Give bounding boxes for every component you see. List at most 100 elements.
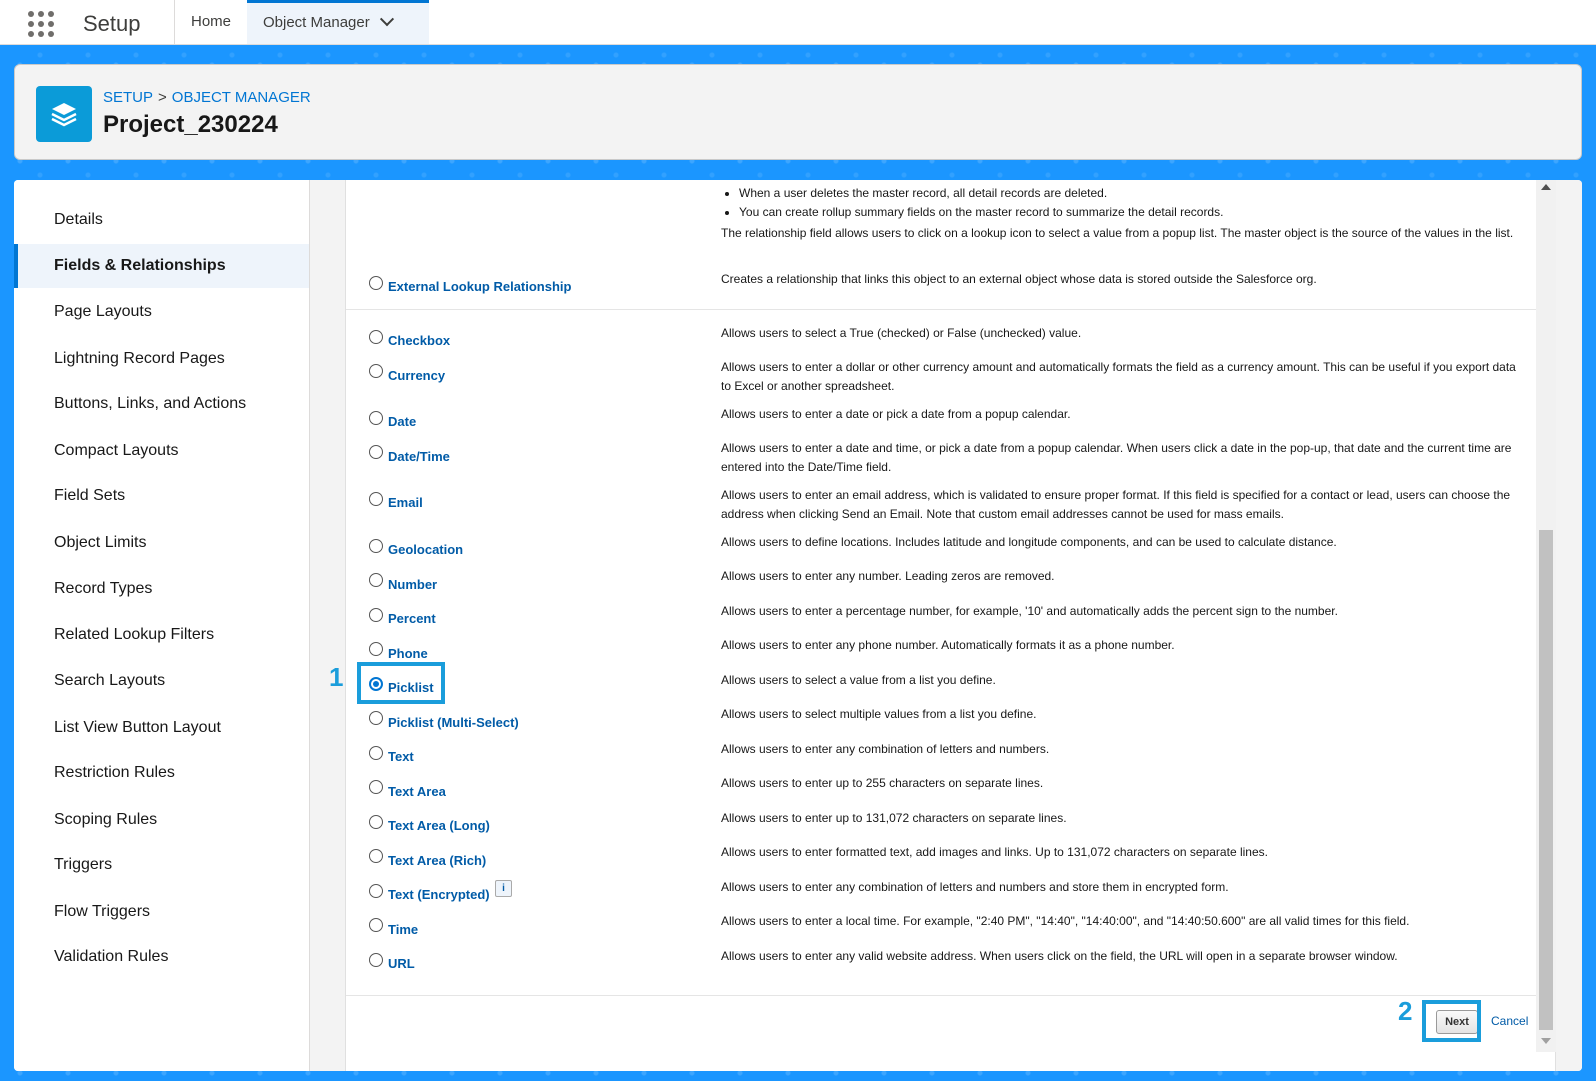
label-percent[interactable]: Percent: [388, 611, 436, 626]
radio-phone[interactable]: [369, 642, 383, 656]
desc-text-area: Allows users to enter up to 255 characte…: [721, 776, 1044, 790]
sidebar-item-record-types[interactable]: Record Types: [14, 567, 309, 611]
sidebar-item-validation-rules[interactable]: Validation Rules: [14, 935, 309, 979]
scroll-down-arrow-icon[interactable]: [1541, 1038, 1551, 1044]
label-time[interactable]: Time: [388, 922, 418, 937]
sidebar-item-flow-triggers[interactable]: Flow Triggers: [14, 890, 309, 934]
desc-time: Allows users to enter a local time. For …: [721, 914, 1410, 928]
global-header: Setup Home Object Manager: [0, 0, 1596, 45]
radio-currency[interactable]: [369, 364, 383, 378]
desc-text-area-rich: Allows users to enter formatted text, ad…: [721, 845, 1268, 859]
radio-text-area[interactable]: [369, 780, 383, 794]
radio-text-area-long[interactable]: [369, 815, 383, 829]
radio-geolocation[interactable]: [369, 539, 383, 553]
radio-time[interactable]: [369, 918, 383, 932]
chevron-down-icon[interactable]: [379, 12, 394, 27]
label-date[interactable]: Date: [388, 414, 416, 429]
sidebar-item-compact-layouts[interactable]: Compact Layouts: [14, 429, 309, 473]
label-text-area-long[interactable]: Text Area (Long): [388, 818, 490, 833]
radio-external-lookup[interactable]: [369, 276, 383, 290]
app-launcher-icon[interactable]: [28, 11, 56, 39]
tab-object-manager-label: Object Manager: [263, 14, 370, 31]
sidebar-item-list-view-button-layout[interactable]: List View Button Layout: [14, 706, 309, 750]
step-marker-1: 1: [329, 662, 344, 692]
sidebar: Details Fields & Relationships Page Layo…: [14, 180, 310, 1071]
radio-checkbox[interactable]: [369, 330, 383, 344]
sidebar-item-scoping-rules[interactable]: Scoping Rules: [14, 798, 309, 842]
radio-percent[interactable]: [369, 608, 383, 622]
desc-text-area-long: Allows users to enter up to 131,072 char…: [721, 811, 1067, 825]
sidebar-item-page-layouts[interactable]: Page Layouts: [14, 290, 309, 334]
radio-number[interactable]: [369, 573, 383, 587]
label-phone[interactable]: Phone: [388, 646, 428, 661]
label-geolocation[interactable]: Geolocation: [388, 542, 463, 557]
radio-date[interactable]: [369, 411, 383, 425]
desc-currency: Allows users to enter a dollar or other …: [721, 360, 1516, 393]
sidebar-item-details[interactable]: Details: [14, 198, 309, 242]
label-currency[interactable]: Currency: [388, 368, 445, 383]
scrollbar[interactable]: [1536, 180, 1556, 1052]
desc-checkbox: Allows users to select a True (checked) …: [721, 326, 1082, 340]
radio-text[interactable]: [369, 746, 383, 760]
label-text-area[interactable]: Text Area: [388, 784, 446, 799]
list-item: When a user deletes the master record, a…: [739, 184, 1521, 203]
field-type-panel: When a user deletes the master record, a…: [329, 180, 1556, 1071]
radio-text-encrypted[interactable]: [369, 884, 383, 898]
sidebar-item-related-lookup-filters[interactable]: Related Lookup Filters: [14, 613, 309, 657]
desc-geolocation: Allows users to define locations. Includ…: [721, 535, 1337, 549]
app-name: Setup: [83, 11, 141, 36]
sidebar-item-fields-relationships[interactable]: Fields & Relationships: [14, 244, 309, 288]
label-external-lookup[interactable]: External Lookup Relationship: [388, 279, 571, 294]
radio-text-area-rich[interactable]: [369, 849, 383, 863]
sidebar-item-object-limits[interactable]: Object Limits: [14, 521, 309, 565]
sidebar-item-search-layouts[interactable]: Search Layouts: [14, 659, 309, 703]
sidebar-item-restriction-rules[interactable]: Restriction Rules: [14, 751, 309, 795]
desc-text-encrypted: Allows users to enter any combination of…: [721, 880, 1229, 894]
content-area: When a user deletes the master record, a…: [310, 180, 1582, 1071]
main-container: Details Fields & Relationships Page Layo…: [14, 180, 1582, 1071]
master-detail-notes: When a user deletes the master record, a…: [721, 180, 1521, 243]
desc-percent: Allows users to enter a percentage numbe…: [721, 604, 1338, 618]
desc-number: Allows users to enter any number. Leadin…: [721, 569, 1055, 583]
desc-email: Allows users to enter an email address, …: [721, 488, 1511, 521]
desc-external-lookup: Creates a relationship that links this o…: [721, 272, 1317, 286]
page-title: Project_230224: [103, 111, 278, 138]
object-header: SETUP > OBJECT MANAGER Project_230224: [14, 64, 1582, 160]
step-marker-2: 2: [1398, 996, 1413, 1026]
scroll-up-arrow-icon[interactable]: [1541, 184, 1551, 190]
cancel-link[interactable]: Cancel: [1491, 1014, 1528, 1028]
label-number[interactable]: Number: [388, 577, 437, 592]
breadcrumb-setup-link[interactable]: SETUP: [103, 89, 153, 106]
highlight-picklist: [357, 662, 445, 704]
layers-icon: [36, 86, 92, 142]
tab-home[interactable]: Home: [174, 0, 246, 44]
highlight-next: [1422, 1000, 1481, 1042]
sidebar-item-buttons-links-actions[interactable]: Buttons, Links, and Actions: [14, 382, 309, 426]
sidebar-item-triggers[interactable]: Triggers: [14, 843, 309, 887]
desc-picklist-multi: Allows users to select multiple values f…: [721, 707, 1037, 721]
desc-datetime: Allows users to enter a date and time, o…: [721, 441, 1512, 474]
info-icon[interactable]: i: [495, 880, 512, 897]
label-checkbox[interactable]: Checkbox: [388, 333, 450, 348]
breadcrumb-separator: >: [158, 89, 167, 106]
tab-object-manager[interactable]: Object Manager: [247, 0, 429, 44]
radio-picklist-multi[interactable]: [369, 711, 383, 725]
relationship-note: The relationship field allows users to c…: [721, 226, 1514, 240]
label-url[interactable]: URL: [388, 956, 415, 971]
scroll-thumb[interactable]: [1539, 530, 1553, 1030]
radio-url[interactable]: [369, 953, 383, 967]
label-datetime[interactable]: Date/Time: [388, 449, 450, 464]
divider: [346, 995, 1555, 996]
label-email[interactable]: Email: [388, 495, 423, 510]
radio-email[interactable]: [369, 492, 383, 506]
sidebar-item-lightning-record-pages[interactable]: Lightning Record Pages: [14, 337, 309, 381]
breadcrumb-object-manager-link[interactable]: OBJECT MANAGER: [172, 89, 311, 106]
sidebar-item-field-sets[interactable]: Field Sets: [14, 474, 309, 518]
radio-datetime[interactable]: [369, 445, 383, 459]
label-text[interactable]: Text: [388, 749, 414, 764]
desc-date: Allows users to enter a date or pick a d…: [721, 407, 1071, 421]
label-text-encrypted[interactable]: Text (Encrypted): [388, 887, 490, 902]
label-picklist-multi[interactable]: Picklist (Multi-Select): [388, 715, 519, 730]
divider: [346, 309, 1555, 310]
label-text-area-rich[interactable]: Text Area (Rich): [388, 853, 486, 868]
